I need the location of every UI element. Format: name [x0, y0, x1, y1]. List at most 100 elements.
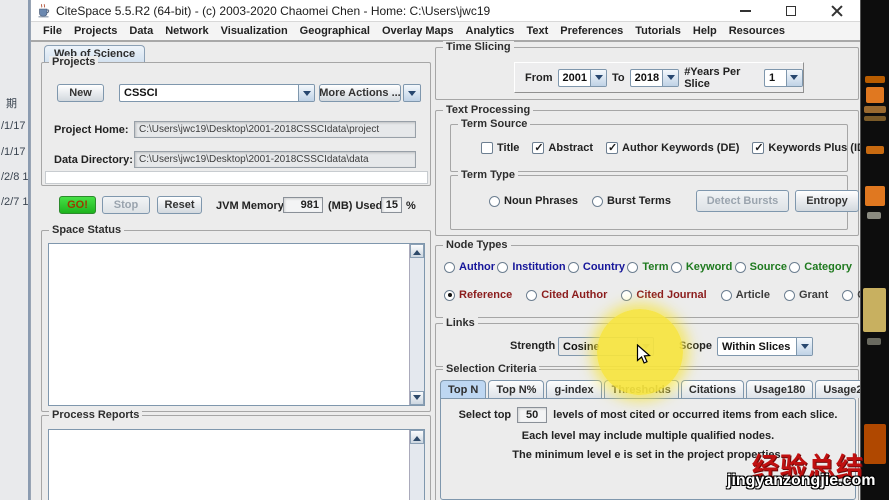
menu-overlay-maps[interactable]: Overlay Maps	[376, 25, 460, 37]
space-status-textarea[interactable]	[48, 243, 425, 406]
menu-resources[interactable]: Resources	[723, 25, 791, 37]
radio-cited-author[interactable]: Cited Author	[526, 289, 607, 301]
checkbox-author-keywords[interactable]: Author Keywords (DE)	[606, 142, 739, 154]
chevron-down-icon[interactable]	[662, 70, 678, 86]
term-type-group: Term Type Noun Phrases Burst Terms Detec…	[450, 175, 848, 230]
time-slicing-group: Time Slicing From 2001 To 2018 #Years Pe…	[435, 47, 859, 100]
tab-g-index[interactable]: g-index	[546, 380, 601, 398]
tab-citations[interactable]: Citations	[681, 380, 744, 398]
radio-icon[interactable]	[789, 262, 800, 273]
to-year-select[interactable]: 2018	[630, 69, 680, 87]
scrollbar-track[interactable]	[410, 258, 424, 391]
menu-tutorials[interactable]: Tutorials	[629, 25, 687, 37]
scope-select[interactable]: Within Slices	[717, 337, 813, 356]
radio-burst-terms[interactable]: Burst Terms	[592, 195, 671, 207]
checkbox-icon[interactable]	[481, 142, 493, 154]
radio-icon[interactable]	[444, 262, 455, 273]
scrollbar-track[interactable]	[410, 444, 424, 500]
entropy-button[interactable]: Entropy	[795, 190, 859, 212]
radio-article[interactable]: Article	[721, 289, 770, 301]
menu-file[interactable]: File	[37, 25, 68, 37]
background-decoration	[864, 424, 886, 464]
radio-term[interactable]: Term	[627, 261, 668, 273]
chevron-down-icon[interactable]	[404, 85, 420, 101]
tab-usage180[interactable]: Usage180	[746, 380, 813, 398]
menu-data[interactable]: Data	[123, 25, 159, 37]
project-select-value: CSSCI	[120, 85, 298, 101]
menu-preferences[interactable]: Preferences	[554, 25, 629, 37]
radio-icon[interactable]	[592, 196, 603, 207]
menu-visualization[interactable]: Visualization	[215, 25, 294, 37]
scroll-up-button[interactable]	[410, 430, 424, 444]
detect-bursts-button[interactable]: Detect Bursts	[696, 190, 789, 212]
radio-author[interactable]: Author	[444, 261, 495, 273]
stop-button[interactable]: Stop	[102, 196, 150, 214]
term-type-title: Term Type	[458, 169, 518, 182]
minimize-button[interactable]	[722, 0, 768, 22]
space-status-scrollbar[interactable]	[409, 244, 424, 405]
radio-keyword[interactable]: Keyword	[671, 261, 732, 273]
project-select[interactable]: CSSCI	[119, 84, 315, 102]
radio-country[interactable]: Country	[568, 261, 625, 273]
radio-claim[interactable]: Claim	[842, 289, 861, 301]
radio-icon[interactable]	[784, 290, 795, 301]
years-per-slice-select[interactable]: 1	[764, 69, 803, 87]
radio-icon[interactable]	[526, 290, 537, 301]
radio-reference[interactable]: Reference	[444, 289, 512, 301]
chevron-down-icon[interactable]	[786, 70, 802, 86]
chevron-down-icon[interactable]	[298, 85, 314, 101]
menu-analytics[interactable]: Analytics	[460, 25, 521, 37]
process-reports-scrollbar[interactable]	[409, 430, 424, 500]
new-project-button[interactable]: New	[57, 84, 104, 102]
radio-icon[interactable]	[489, 196, 500, 207]
radio-icon[interactable]	[568, 262, 579, 273]
process-reports-textarea[interactable]	[48, 429, 425, 500]
tab-top-n[interactable]: Top N	[440, 380, 486, 398]
tab-top-n-percent[interactable]: Top N%	[488, 380, 544, 398]
checkbox-keywords-plus[interactable]: Keywords Plus (ID)	[752, 142, 861, 154]
menu-text[interactable]: Text	[520, 25, 554, 37]
scroll-up-button[interactable]	[410, 244, 424, 258]
radio-cited-journal[interactable]: Cited Journal	[621, 289, 706, 301]
checkbox-icon[interactable]	[752, 142, 764, 154]
radio-source[interactable]: Source	[735, 261, 787, 273]
to-label: To	[612, 72, 625, 84]
radio-icon[interactable]	[497, 262, 508, 273]
from-year-select[interactable]: 2001	[558, 69, 608, 87]
radio-icon[interactable]	[735, 262, 746, 273]
radio-icon[interactable]	[627, 262, 638, 273]
radio-institution[interactable]: Institution	[497, 261, 565, 273]
checkbox-icon[interactable]	[532, 142, 544, 154]
project-home-field[interactable]: C:\Users\jwc19\Desktop\2001-2018CSSCIdat…	[134, 121, 416, 138]
top-n-input[interactable]: 50	[517, 407, 547, 423]
reset-button[interactable]: Reset	[157, 196, 202, 214]
more-actions-button[interactable]: More Actions ...	[319, 84, 401, 102]
radio-icon[interactable]	[621, 290, 632, 301]
menu-help[interactable]: Help	[687, 25, 723, 37]
projects-group: Projects New CSSCI More Actions ... Proj…	[41, 62, 431, 186]
chevron-down-icon[interactable]	[590, 70, 606, 86]
checkbox-abstract[interactable]: Abstract	[532, 142, 593, 154]
radio-icon[interactable]	[842, 290, 853, 301]
go-button[interactable]: GO!	[59, 196, 96, 214]
close-button[interactable]	[814, 0, 860, 22]
background-decoration	[863, 288, 886, 332]
menu-geographical[interactable]: Geographical	[294, 25, 376, 37]
scroll-down-button[interactable]	[410, 391, 424, 405]
radio-icon[interactable]	[671, 262, 682, 273]
time-slicing-title: Time Slicing	[443, 41, 514, 54]
menu-network[interactable]: Network	[159, 25, 214, 37]
radio-grant[interactable]: Grant	[784, 289, 828, 301]
radio-icon[interactable]	[444, 290, 455, 301]
checkbox-icon[interactable]	[606, 142, 618, 154]
tab-usage2013[interactable]: Usage2013	[815, 380, 861, 398]
radio-noun-phrases[interactable]: Noun Phrases	[489, 195, 578, 207]
radio-icon[interactable]	[721, 290, 732, 301]
radio-category[interactable]: Category	[789, 261, 852, 273]
chevron-down-icon[interactable]	[796, 338, 812, 355]
data-directory-field[interactable]: C:\Users\jwc19\Desktop\2001-2018CSSCIdat…	[134, 151, 416, 168]
checkbox-title[interactable]: Title	[481, 142, 519, 154]
more-actions-dropdown[interactable]	[403, 84, 421, 102]
menu-projects[interactable]: Projects	[68, 25, 123, 37]
maximize-button[interactable]	[768, 0, 814, 22]
